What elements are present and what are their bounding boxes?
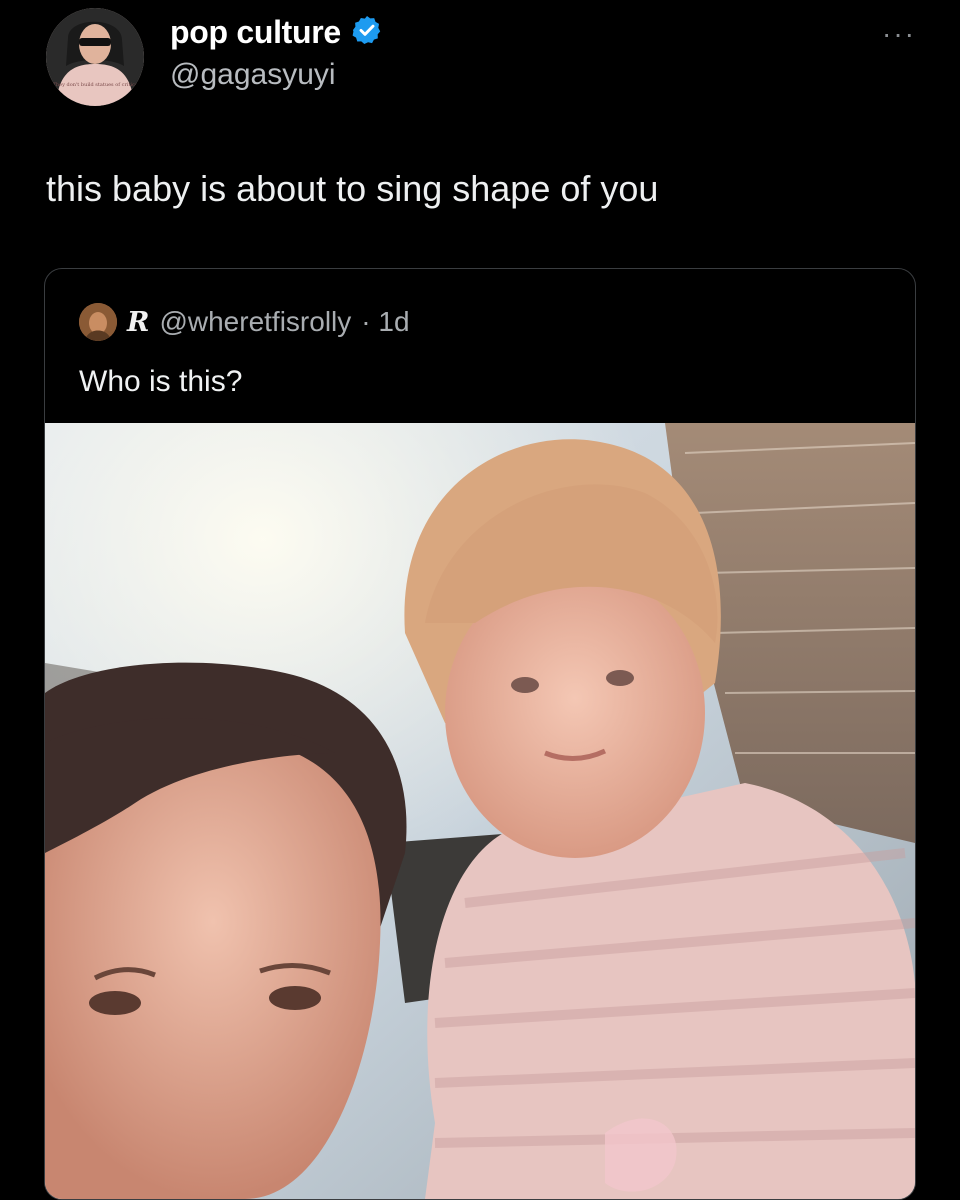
quoted-tweet-card[interactable]: R @wheretfisrolly · 1d Who is this? bbox=[44, 268, 916, 1200]
quoted-avatar-image bbox=[79, 303, 117, 341]
quoted-tweet-text: Who is this? bbox=[79, 365, 243, 398]
verified-badge-icon bbox=[351, 14, 383, 51]
selfie-photo-image bbox=[45, 423, 915, 1199]
quoted-handle[interactable]: @wheretfisrolly bbox=[159, 306, 351, 338]
quoted-timestamp[interactable]: · 1d bbox=[361, 306, 409, 338]
quoted-tweet-header: R @wheretfisrolly · 1d bbox=[79, 303, 410, 341]
tweet-text: this baby is about to sing shape of you bbox=[46, 168, 659, 209]
quoted-display-name[interactable]: R bbox=[127, 307, 149, 338]
avatar-shirt-text: They don't build statues of critics bbox=[53, 82, 138, 88]
more-options-icon[interactable]: ··· bbox=[882, 18, 916, 50]
avatar-image: They don't build statues of critics bbox=[46, 8, 144, 106]
quoted-tweet-photo[interactable] bbox=[45, 423, 915, 1199]
quoted-author-avatar[interactable] bbox=[79, 303, 117, 341]
author-display-name[interactable]: pop culture bbox=[170, 14, 341, 51]
author-handle[interactable]: @gagasyuyi bbox=[170, 58, 336, 92]
author-avatar[interactable]: They don't build statues of critics bbox=[46, 8, 144, 106]
tweet-header: They don't build statues of critics pop … bbox=[0, 0, 960, 120]
author-name-row: pop culture bbox=[170, 14, 383, 51]
